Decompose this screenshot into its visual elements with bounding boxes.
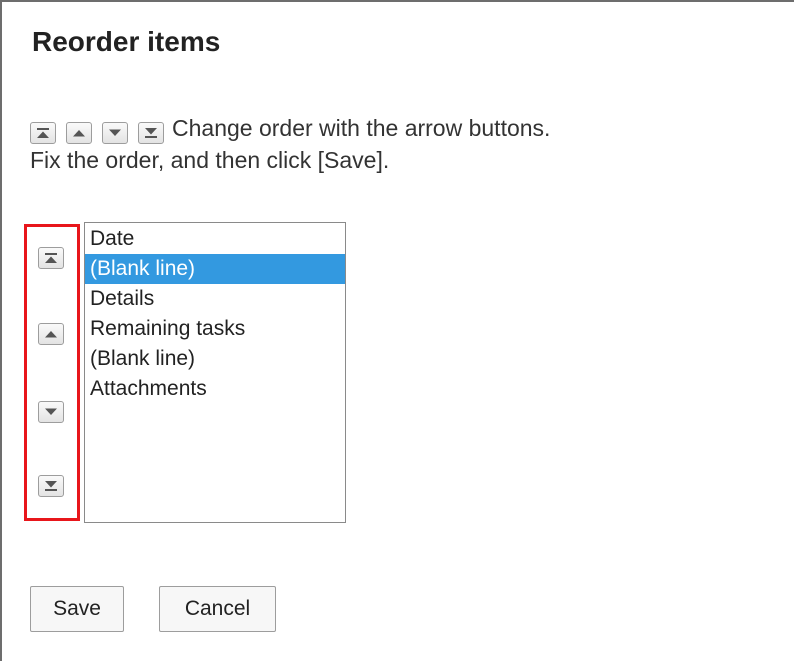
- move-down-icon: [102, 122, 128, 144]
- cancel-button[interactable]: Cancel: [159, 586, 276, 632]
- instructions: Change order with the arrow buttons. Fix…: [30, 112, 770, 176]
- save-button[interactable]: Save: [30, 586, 124, 632]
- instructions-line2: Fix the order, and then click [Save].: [30, 147, 390, 173]
- move-to-top-button[interactable]: [38, 247, 64, 269]
- move-to-bottom-button[interactable]: [38, 475, 64, 497]
- inline-arrow-icons: [30, 122, 164, 144]
- list-item-blank-line[interactable]: (Blank line): [85, 344, 345, 374]
- list-item-attachments[interactable]: Attachments: [85, 374, 345, 404]
- move-to-bottom-icon: [45, 481, 57, 491]
- move-up-icon: [45, 331, 57, 338]
- move-up-button[interactable]: [38, 323, 64, 345]
- list-item-blank-line-selected[interactable]: (Blank line): [85, 254, 345, 284]
- list-item-details[interactable]: Details: [85, 284, 345, 314]
- move-down-icon: [45, 408, 57, 415]
- item-order-listbox[interactable]: Date (Blank line) Details Remaining task…: [84, 222, 346, 523]
- move-to-top-icon: [30, 122, 56, 144]
- move-to-top-icon: [45, 253, 57, 263]
- page-title: Reorder items: [32, 26, 221, 57]
- move-up-icon: [66, 122, 92, 144]
- list-item-remaining-tasks[interactable]: Remaining tasks: [85, 314, 345, 344]
- instructions-line1: Change order with the arrow buttons.: [172, 115, 551, 141]
- reorder-controls: [24, 224, 80, 521]
- list-item-date[interactable]: Date: [85, 224, 345, 254]
- move-down-button[interactable]: [38, 401, 64, 423]
- move-to-bottom-icon: [138, 122, 164, 144]
